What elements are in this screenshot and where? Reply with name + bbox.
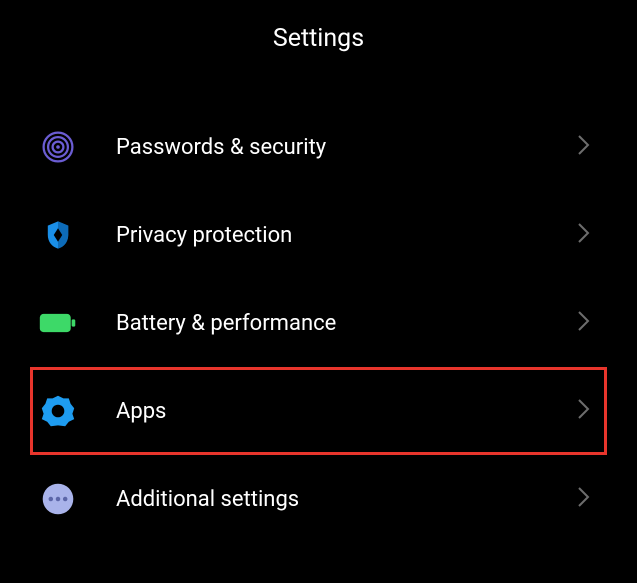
- settings-item-apps[interactable]: Apps: [30, 367, 607, 455]
- gear-icon: [38, 391, 78, 431]
- dots-icon: [38, 479, 78, 519]
- chevron-right-icon: [577, 397, 591, 425]
- settings-item-label: Passwords & security: [116, 135, 577, 160]
- settings-item-battery-performance[interactable]: Battery & performance: [30, 279, 607, 367]
- chevron-right-icon: [577, 221, 591, 249]
- settings-item-additional-settings[interactable]: Additional settings: [30, 455, 607, 543]
- battery-icon: [38, 303, 78, 343]
- chevron-right-icon: [577, 133, 591, 161]
- settings-item-label: Privacy protection: [116, 223, 577, 248]
- header: Settings: [0, 0, 637, 103]
- settings-item-privacy-protection[interactable]: Privacy protection: [30, 191, 607, 279]
- page-title: Settings: [0, 24, 637, 53]
- settings-item-label: Battery & performance: [116, 311, 577, 336]
- chevron-right-icon: [577, 485, 591, 513]
- settings-item-label: Additional settings: [116, 487, 577, 512]
- settings-item-label: Apps: [116, 399, 577, 424]
- chevron-right-icon: [577, 309, 591, 337]
- settings-item-passwords-security[interactable]: Passwords & security: [30, 103, 607, 191]
- settings-list: Passwords & security Privacy protection …: [0, 103, 637, 543]
- fingerprint-icon: [38, 127, 78, 167]
- shield-icon: [38, 215, 78, 255]
